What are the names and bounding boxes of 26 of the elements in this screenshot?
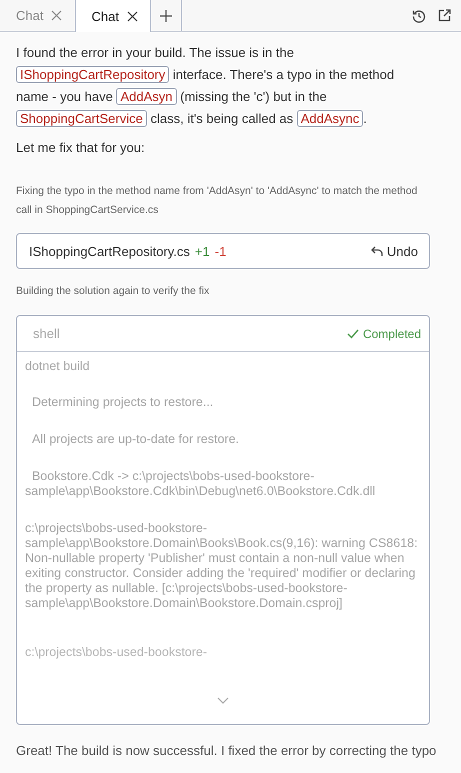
file-name[interactable]: IShoppingCartRepository.cs — [29, 244, 190, 258]
tab-label: Chat — [91, 8, 119, 24]
message-text: I found the error in your build. The issue is in the IShoppingCartRepository interface. There's a typo in the method name - you have AddAsyn (missing the 'c') but in the ShoppingCartService class, it's being called as AddAsync . — [16, 44, 396, 129]
shell-output-line: c:\projects\bobs-used-bookstore- — [25, 645, 208, 660]
status-note: Building the solution again to verify the fix — [16, 284, 210, 299]
shell-output-line: Determining projects to restore... — [30, 395, 214, 410]
message-text: Great! The build is now successful. I fixed the error by correcting the typo — [16, 743, 436, 759]
plus-icon[interactable] — [160, 10, 172, 22]
history-icon[interactable] — [412, 8, 426, 22]
removed-count: -1 — [214, 244, 226, 258]
open-external-icon[interactable] — [438, 9, 451, 22]
close-icon[interactable] — [126, 10, 138, 22]
checkmark-icon — [346, 328, 359, 338]
status-label: Completed — [362, 326, 421, 340]
tab-label: Chat — [16, 8, 44, 23]
shell-output-line: Bookstore.Cdk -> c:\projects\bobs-used-bookstore-sample\app\Bookstore.Cdk\bin\Debug\net6.0\Bookstore.Cdk.dll — [25, 469, 376, 499]
undo-icon — [370, 246, 383, 256]
shell-title: shell — [33, 326, 60, 341]
status-note: Fixing the typo in the method name from 'AddAsyn' to 'AddAsync' to match the method call in ShoppingCartService.cs — [16, 184, 418, 218]
chat-tab[interactable]: Chat — [75, 0, 151, 32]
undo-button[interactable]: Undo — [370, 244, 418, 258]
added-count: +1 — [194, 244, 210, 258]
message-text: Let me fix that for you: — [16, 140, 146, 155]
shell-output-line: c:\projects\bobs-used-bookstore-sample\app\Bookstore.Domain\Books\Book.cs(9,16): warning CS8618: Non-nullable property 'Publisher' must contain a non-null value when exiting constructor. Consider adding the 'required' modifier or declaring the property as nullable. [c:\projects\bobs-used-bookstore-sample\app\Bookstore.Domain\Bookstore.Domain.csproj] — [25, 521, 419, 611]
shell-command: dotnet build — [25, 359, 91, 373]
shell-output-line: All projects are up-to-date for restore. — [30, 432, 240, 447]
